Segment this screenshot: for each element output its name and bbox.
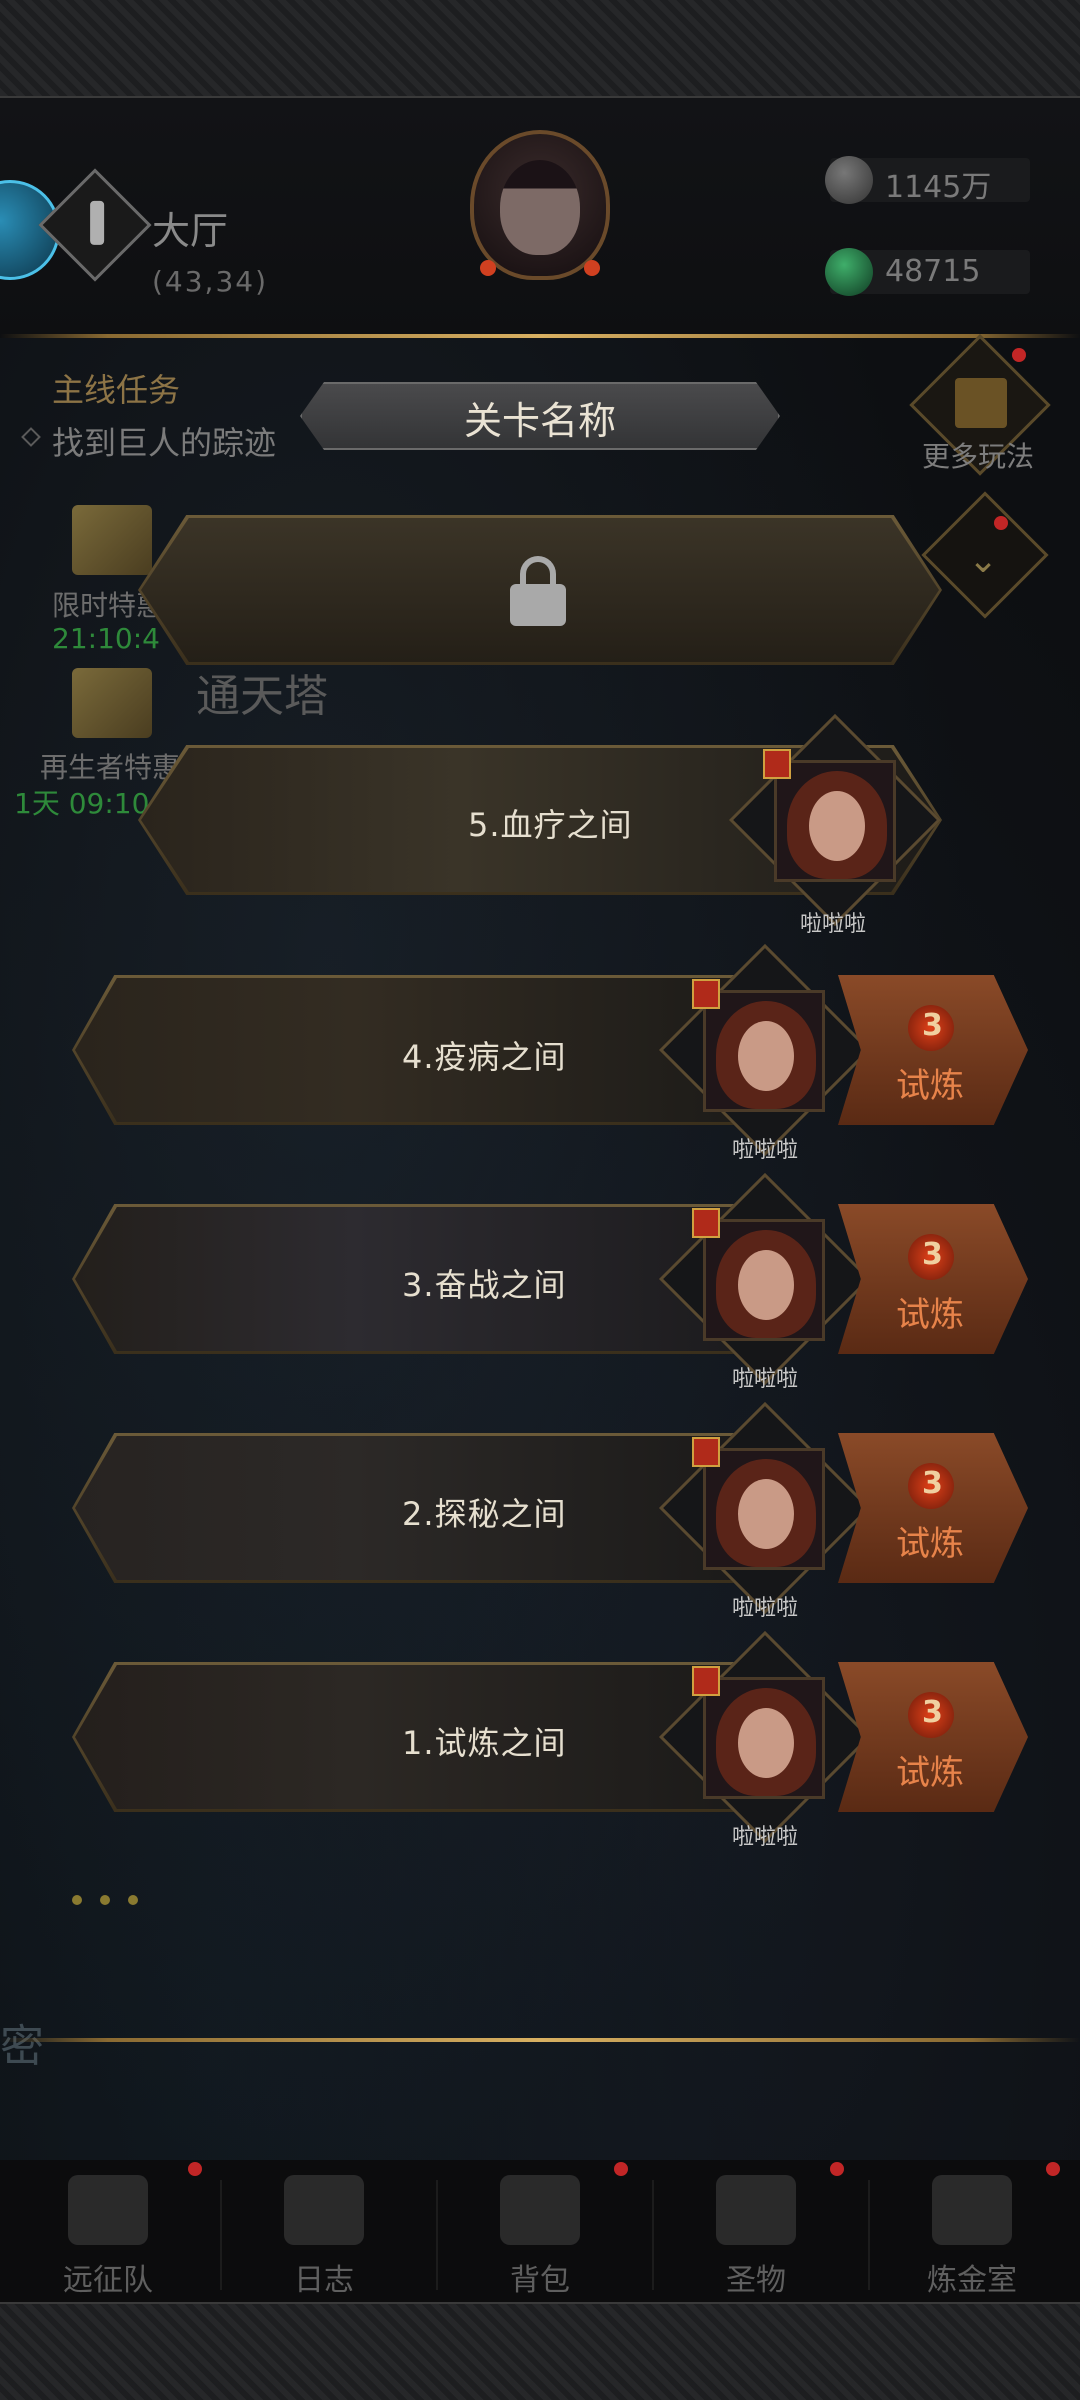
nav-divider	[436, 2180, 438, 2290]
host-portrait-icon[interactable]	[763, 749, 896, 882]
nav-label: 背包	[510, 2263, 570, 2298]
emerald-icon	[825, 248, 873, 296]
host-name-1: 啦啦啦	[732, 1825, 799, 1850]
host-name-4: 啦啦啦	[732, 1138, 799, 1163]
viking-helmet-icon	[68, 2175, 148, 2245]
nav-label: 远征队	[63, 2263, 153, 2298]
stage-name-3: 3.奋战之间	[402, 1266, 567, 1304]
nav-label: 日志	[294, 2263, 354, 2298]
trial-count-4: 3	[922, 1008, 943, 1043]
ore-icon	[825, 156, 873, 204]
host-name-3: 啦啦啦	[732, 1367, 799, 1392]
nav-journal[interactable]: 日志	[224, 2175, 424, 2300]
header-divider	[0, 334, 1080, 338]
nav-divider	[652, 2180, 654, 2290]
nav-expedition[interactable]: 远征队	[8, 2175, 208, 2300]
more-dots-icon[interactable]	[72, 1890, 156, 1909]
trial-count-2: 3	[922, 1466, 943, 1501]
nav-label: 圣物	[726, 2263, 786, 2298]
emerald-amount: 48715	[885, 254, 981, 289]
bottom-divider	[0, 2038, 1080, 2042]
ornate-bottom-frame	[0, 2302, 1080, 2400]
nav-alchemy[interactable]: 炼金室	[872, 2175, 1072, 2300]
avatar-portrait-icon	[500, 160, 580, 255]
stage-name-5: 5.血疗之间	[468, 806, 633, 844]
stage-name-1: 1.试炼之间	[402, 1724, 567, 1762]
secret-label: 密	[0, 2021, 44, 2072]
trial-count-3: 3	[922, 1237, 943, 1272]
alchemy-icon	[932, 2175, 1012, 2245]
red-gem-icon	[584, 260, 600, 276]
trial-label-1: 试炼	[896, 1753, 964, 1793]
nav-backpack[interactable]: 背包	[440, 2175, 640, 2300]
regenerator-offer-icon[interactable]	[72, 668, 152, 738]
nav-relics[interactable]: 圣物	[656, 2175, 856, 2300]
game-screen: 大厅 (43,34) 1145万 48715 主线任务 找到巨人的踪迹 关卡名称…	[0, 0, 1080, 2400]
stage-panel-title: 关卡名称	[463, 399, 616, 443]
notification-dot	[188, 2162, 202, 2176]
nav-divider	[220, 2180, 222, 2290]
quest-title[interactable]: 主线任务	[52, 365, 180, 411]
notification-dot	[1012, 348, 1026, 362]
ore-amount: 1145万	[885, 170, 992, 205]
notification-dot	[1046, 2162, 1060, 2176]
tower-label: 通天塔	[196, 671, 328, 722]
regenerator-offer-timer: 1天 09:10	[14, 787, 150, 820]
host-portrait-icon[interactable]	[692, 979, 825, 1112]
trial-label-4: 试炼	[896, 1066, 964, 1106]
more-play-label: 更多玩法	[922, 440, 1035, 473]
trial-label-3: 试炼	[896, 1295, 964, 1335]
trial-count-1: 3	[922, 1695, 943, 1730]
host-portrait-icon[interactable]	[692, 1666, 825, 1799]
host-name-2: 啦啦啦	[732, 1596, 799, 1621]
nav-label: 炼金室	[927, 2263, 1017, 2298]
trial-label-2: 试炼	[896, 1524, 964, 1564]
scroll-icon	[284, 2175, 364, 2245]
stage-name-2: 2.探秘之间	[402, 1495, 567, 1533]
host-portrait-icon[interactable]	[692, 1208, 825, 1341]
notification-dot	[614, 2162, 628, 2176]
host-name-5: 啦啦啦	[800, 912, 867, 937]
stage-name-4: 4.疫病之间	[402, 1038, 567, 1076]
ornate-top-frame	[0, 0, 1080, 98]
quest-diamond-icon	[21, 427, 41, 447]
location-coordinates: (43,34)	[152, 265, 269, 298]
notification-dot	[994, 516, 1008, 530]
lock-icon	[510, 556, 566, 626]
gift-icon	[955, 378, 1007, 428]
nav-divider	[868, 2180, 870, 2290]
quest-description[interactable]: 找到巨人的踪迹	[52, 418, 276, 464]
chalice-icon	[716, 2175, 796, 2245]
player-avatar[interactable]	[440, 110, 640, 300]
location-name: 大厅	[152, 209, 229, 253]
host-portrait-icon[interactable]	[692, 1437, 825, 1570]
chevron-down-icon: ⌄	[968, 540, 999, 581]
red-gem-icon	[480, 260, 496, 276]
notification-dot	[830, 2162, 844, 2176]
backpack-icon	[500, 2175, 580, 2245]
